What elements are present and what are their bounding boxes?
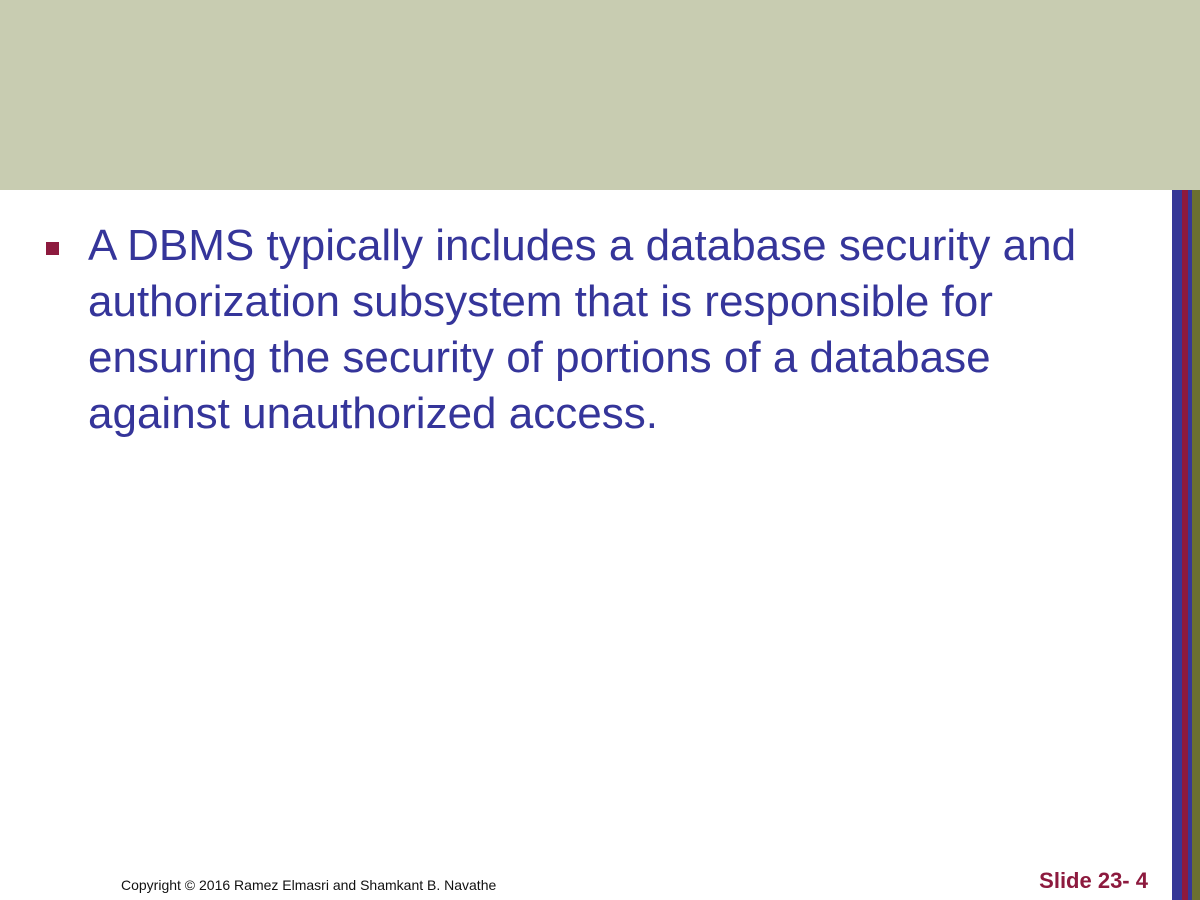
stripe-blue: [1172, 190, 1182, 900]
title-band: [0, 0, 1200, 190]
footer-copyright: Copyright © 2016 Ramez Elmasri and Shamk…: [121, 877, 497, 893]
square-bullet-icon: [46, 242, 59, 255]
bullet-item: A DBMS typically includes a database sec…: [40, 218, 1140, 442]
slide-content: A DBMS typically includes a database sec…: [40, 218, 1140, 442]
right-decorative-stripes: [1172, 190, 1200, 900]
slide: A DBMS typically includes a database sec…: [0, 0, 1200, 900]
slide-number: Slide 23- 4: [1039, 868, 1148, 893]
bullet-text: A DBMS typically includes a database sec…: [88, 221, 1077, 438]
stripe-olive: [1192, 190, 1200, 900]
